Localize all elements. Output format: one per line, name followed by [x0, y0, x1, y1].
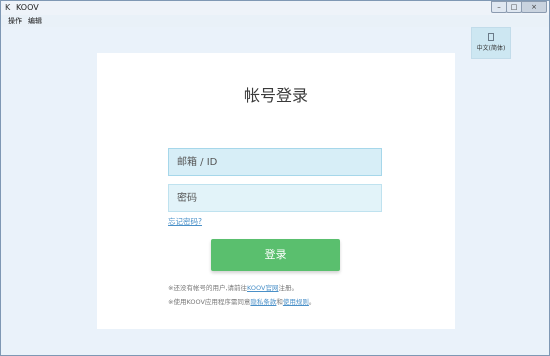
title-bar[interactable]: K KOOV – □ × [1, 1, 549, 15]
maximize-button[interactable]: □ [506, 1, 522, 13]
password-field-wrapper [168, 184, 382, 212]
password-field[interactable] [169, 185, 381, 211]
register-note-suffix: 注册。 [278, 284, 299, 292]
page-title: 帐号登录 [243, 86, 308, 105]
register-note: ※还没有帐号的用户,请前往KOOV官网注册。 [168, 284, 298, 293]
email-field-wrapper [168, 148, 382, 176]
koov-site-link[interactable]: KOOV官网 [247, 284, 278, 292]
login-card: 帐号登录 忘记密码? 登录 ※还没有帐号的用户,请前往KOOV官网注册。 ※使用… [97, 53, 455, 329]
window-controls: – □ × [491, 1, 547, 13]
document-icon [488, 33, 494, 41]
language-button[interactable]: 中文(简体) [471, 27, 511, 59]
main-content: 中文(简体) 帐号登录 忘记密码? 登录 ※还没有帐号的用户,请前往KOOV官网… [1, 27, 549, 355]
app-window: K KOOV – □ × 操作 编辑 中文(简体) 帐号登录 忘记密码? 登录 [0, 0, 550, 356]
language-label: 中文(简体) [476, 45, 506, 52]
terms-note: ※使用KOOV应用程序需同意隐私条款和使用规则。 [168, 298, 315, 307]
menu-bar: 操作 编辑 [1, 16, 42, 26]
email-field[interactable] [169, 149, 381, 175]
terms-of-use-link[interactable]: 使用规则 [283, 298, 309, 306]
app-icon: K [5, 3, 11, 12]
menu-item-operate[interactable]: 操作 [8, 16, 22, 26]
login-button[interactable]: 登录 [211, 239, 340, 271]
close-button[interactable]: × [521, 1, 547, 13]
privacy-policy-link[interactable]: 隐私条款 [250, 298, 276, 306]
terms-note-suffix: 。 [308, 298, 316, 306]
forgot-password-link[interactable]: 忘记密码? [168, 216, 202, 227]
window-title: KOOV [16, 3, 39, 12]
menu-item-edit[interactable]: 编辑 [28, 16, 42, 26]
minimize-button[interactable]: – [491, 1, 507, 13]
register-note-prefix: ※还没有帐号的用户,请前往 [168, 284, 248, 292]
terms-note-prefix: ※使用KOOV应用程序需同意 [168, 298, 251, 306]
